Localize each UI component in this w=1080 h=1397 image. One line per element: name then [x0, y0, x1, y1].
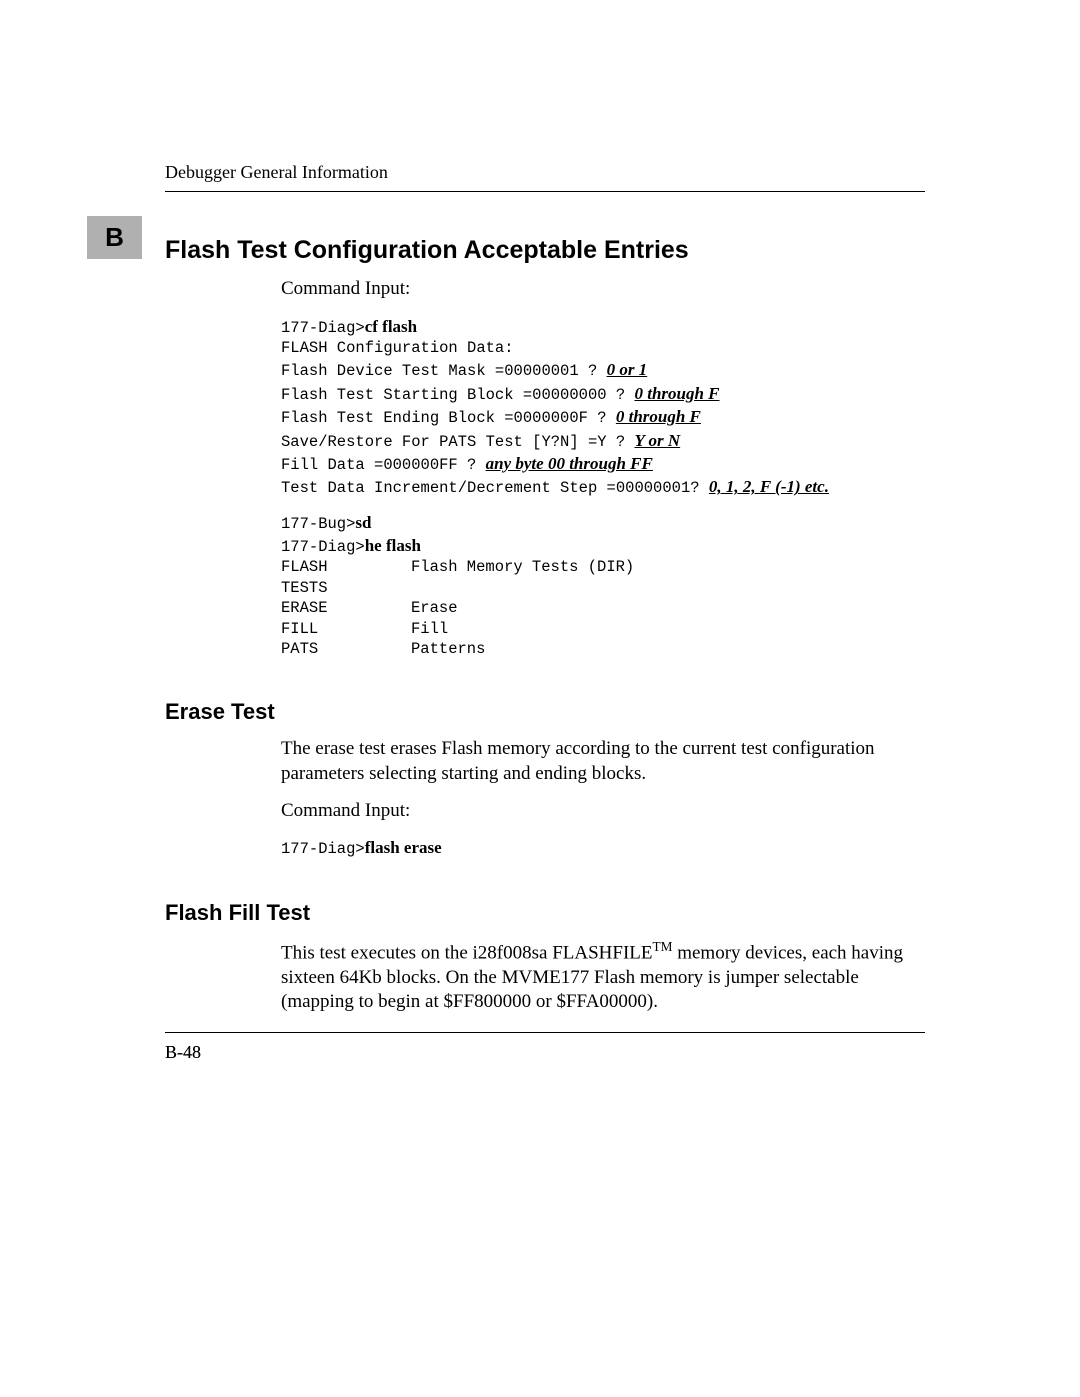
prompt: 177-Diag> — [281, 319, 365, 337]
table-cell: Flash Memory Tests (DIR) — [411, 558, 634, 576]
table-cell: FILL — [281, 620, 411, 639]
appendix-tab: B — [87, 216, 142, 259]
command-input-label: Command Input: — [281, 799, 925, 824]
acceptable-entry: 0 through F — [616, 407, 701, 426]
running-head: Debugger General Information — [165, 162, 925, 192]
trademark-superscript: TM — [653, 939, 673, 954]
typed-command: he flash — [365, 536, 421, 555]
output-line: FLASH Configuration Data: — [281, 339, 925, 358]
section-title-fill-test: Flash Fill Test — [165, 900, 925, 926]
acceptable-entry: any byte 00 through FF — [486, 454, 653, 473]
typed-command: sd — [355, 513, 371, 532]
acceptable-entry: Y or N — [634, 431, 680, 450]
table-cell: TESTS — [281, 579, 411, 598]
typed-command: flash erase — [365, 838, 442, 857]
prompt: 177-Diag> — [281, 840, 365, 858]
acceptable-entry: 0, 1, 2, F (-1) etc. — [709, 477, 829, 496]
paragraph: This test executes on the i28f008sa FLAS… — [281, 938, 925, 1015]
prompt: 177-Diag> — [281, 538, 365, 556]
prompt: 177-Bug> — [281, 515, 355, 533]
table-cell: FLASH — [281, 558, 411, 577]
output-line: Flash Test Starting Block =00000000 ? — [281, 386, 634, 404]
table-cell: Fill — [411, 620, 448, 638]
table-cell: ERASE — [281, 599, 411, 618]
table-cell: Erase — [411, 599, 458, 617]
table-cell: Patterns — [411, 640, 485, 658]
table-cell: PATS — [281, 640, 411, 659]
output-line: Test Data Increment/Decrement Step =0000… — [281, 479, 709, 497]
output-line: Save/Restore For PATS Test [Y?N] =Y ? — [281, 433, 634, 451]
paragraph: The erase test erases Flash memory accor… — [281, 737, 925, 786]
output-line: Flash Test Ending Block =0000000F ? — [281, 409, 616, 427]
footer-rule — [165, 1032, 925, 1033]
section-title-erase-test: Erase Test — [165, 699, 925, 725]
page-content: Debugger General Information Flash Test … — [165, 162, 925, 1015]
output-line: Fill Data =000000FF ? — [281, 456, 486, 474]
terminal-block-config: 177-Diag>cf flash FLASH Configuration Da… — [281, 316, 925, 660]
page-number: B-48 — [165, 1042, 201, 1063]
typed-command: cf flash — [365, 317, 417, 336]
text-run: This test executes on the i28f008sa FLAS… — [281, 942, 653, 963]
terminal-block-erase: 177-Diag>flash erase — [281, 837, 925, 859]
acceptable-entry: 0 or 1 — [607, 360, 648, 379]
output-line: Flash Device Test Mask =00000001 ? — [281, 362, 607, 380]
acceptable-entry: 0 through F — [634, 384, 719, 403]
section-title-flash-config: Flash Test Configuration Acceptable Entr… — [165, 236, 925, 265]
command-input-label: Command Input: — [281, 277, 925, 302]
